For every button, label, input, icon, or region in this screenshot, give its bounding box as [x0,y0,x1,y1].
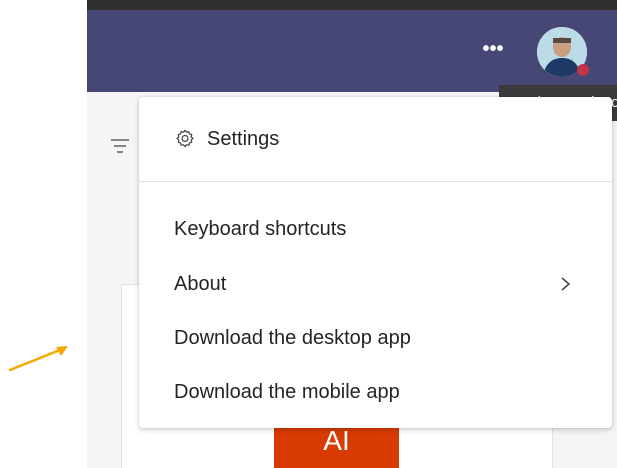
menu-item-about[interactable]: About [139,260,612,308]
menu-divider [139,181,612,182]
filter-icon[interactable] [111,138,129,154]
annotation-arrow-icon [8,346,68,372]
menu-item-label: About [174,273,227,295]
menu-item-download-mobile-app[interactable]: Download the mobile app [139,368,612,416]
top-bar: ••• [87,0,617,92]
menu-item-keyboard-shortcuts[interactable]: Keyboard shortcuts [139,205,612,253]
gear-icon [176,129,194,148]
menu-item-settings[interactable]: Settings [139,115,612,163]
menu-item-label: Download the mobile app [174,381,400,403]
presence-status-icon [577,64,589,76]
menu-item-label: Keyboard shortcuts [174,218,347,240]
more-options-button[interactable]: ••• [479,39,507,62]
menu-item-download-desktop-app[interactable]: Download the desktop app [139,314,612,362]
chevron-right-icon [561,277,571,291]
settings-menu: Settings Keyboard shortcuts About Downlo… [139,97,612,428]
menu-item-label: Settings [207,128,280,150]
menu-item-label: Download the desktop app [174,327,411,349]
